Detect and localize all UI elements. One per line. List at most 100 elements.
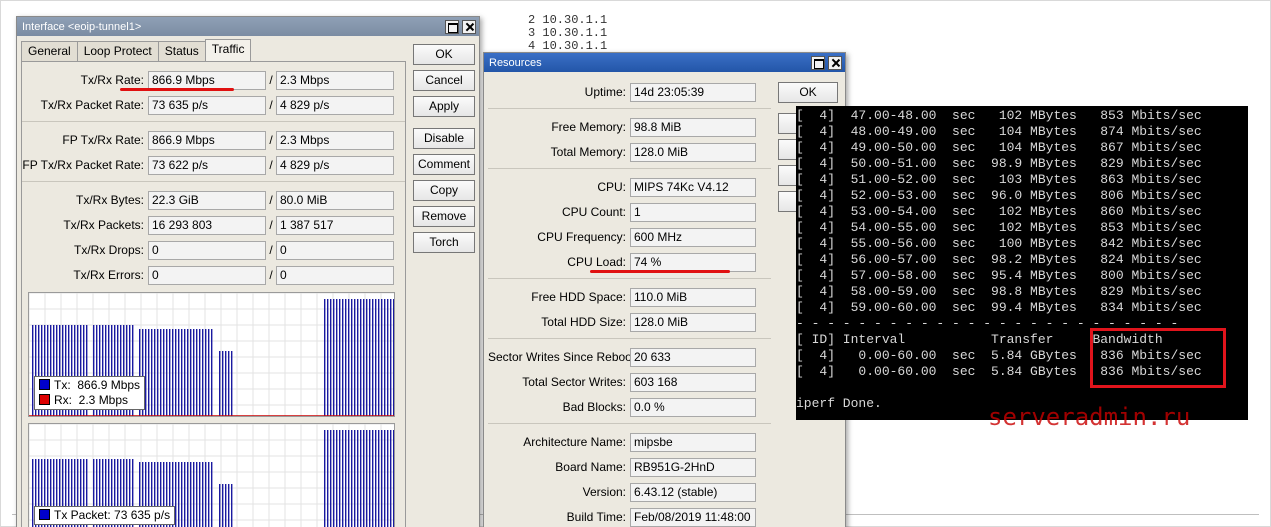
traffic-bar: [342, 430, 344, 527]
rx-drops-value[interactable]: 0: [276, 240, 394, 260]
uptime-value[interactable]: 14d 23:05:39: [630, 82, 756, 102]
total-memory-value[interactable]: 128.0 MiB: [630, 142, 756, 162]
board-name-label: Board Name:: [555, 460, 626, 474]
rx-packet-rate-value[interactable]: 4 829 p/s: [276, 95, 394, 115]
divider: [488, 108, 771, 109]
tx-bytes-value[interactable]: 22.3 GiB: [148, 190, 266, 210]
row-bad-blocks: Bad Blocks: 0.0 %: [488, 397, 756, 417]
sector-writes-reboot-value[interactable]: 20 633: [630, 347, 756, 367]
traffic-bar: [339, 299, 341, 416]
window-title: Interface <eoip-tunnel1>: [22, 20, 142, 33]
traffic-bar: [211, 329, 213, 416]
watermark: serveradmin.ru: [988, 403, 1191, 431]
ok-button[interactable]: OK: [413, 44, 475, 65]
remove-button[interactable]: Remove: [413, 206, 475, 227]
red-underline-cpu-load: [590, 270, 730, 273]
slash-separator: /: [269, 268, 273, 282]
cpu-frequency-value[interactable]: 600 MHz: [630, 227, 756, 247]
traffic-bar: [219, 484, 221, 527]
tab-traffic[interactable]: Traffic: [204, 39, 252, 61]
traffic-bar: [181, 329, 183, 416]
red-underline-rate: [120, 88, 234, 91]
fp-tx-rate-value[interactable]: 866.9 Mbps: [148, 130, 266, 150]
tx-drops-value[interactable]: 0: [148, 240, 266, 260]
total-hdd-label: Total HDD Size:: [541, 315, 626, 329]
cpu-frequency-label: CPU Frequency:: [537, 230, 626, 244]
cpu-load-value[interactable]: 74 %: [630, 252, 756, 272]
apply-button[interactable]: Apply: [413, 96, 475, 117]
disable-button[interactable]: Disable: [413, 128, 475, 149]
field-label: Tx/Rx Bytes:: [75, 193, 144, 207]
field-label: Tx/Rx Packet Rate:: [40, 98, 144, 112]
bad-blocks-value[interactable]: 0.0 %: [630, 397, 756, 417]
build-time-value[interactable]: Feb/08/2019 11:48:00: [630, 507, 756, 527]
architecture-value[interactable]: mipsbe: [630, 432, 756, 452]
rx-bytes-value[interactable]: 80.0 MiB: [276, 190, 394, 210]
comment-button[interactable]: Comment: [413, 154, 475, 175]
ok-button[interactable]: OK: [778, 82, 838, 103]
traffic-bar: [154, 329, 156, 416]
tab-general[interactable]: General: [21, 41, 78, 61]
close-icon[interactable]: [462, 19, 476, 34]
traffic-bar: [381, 430, 383, 527]
tx-rate-value[interactable]: 866.9 Mbps: [148, 70, 266, 90]
field-row-packets: Tx/Rx Packets: 16 293 803 / 1 387 517: [22, 215, 394, 235]
interface-window: Interface <eoip-tunnel1> General Loop Pr…: [16, 16, 480, 527]
legend-rx-label: Rx:: [54, 393, 72, 407]
traffic-bar: [360, 299, 362, 416]
total-hdd-value[interactable]: 128.0 MiB: [630, 312, 756, 332]
rx-rate-value[interactable]: 2.3 Mbps: [276, 70, 394, 90]
traffic-bar: [202, 329, 204, 416]
fp-rx-rate-value[interactable]: 2.3 Mbps: [276, 130, 394, 150]
terminal-line: [ 4] 55.00-56.00 sec 100 MBytes 842 Mbit…: [796, 236, 1202, 251]
build-time-label: Build Time:: [566, 510, 626, 524]
cancel-button[interactable]: Cancel: [413, 70, 475, 91]
terminal-line: [ 4] 52.00-53.00 sec 96.0 MBytes 806 Mbi…: [796, 188, 1202, 203]
traffic-bar: [333, 299, 335, 416]
copy-button[interactable]: Copy: [413, 180, 475, 201]
legend-tx-value: 866.9 Mbps: [77, 378, 141, 392]
resources-titlebar[interactable]: Resources: [484, 53, 845, 72]
cpu-value[interactable]: MIPS 74Kc V4.12: [630, 177, 756, 197]
maximize-icon[interactable]: [811, 55, 825, 70]
cpu-count-value[interactable]: 1: [630, 202, 756, 222]
board-name-value[interactable]: RB951G-2HnD: [630, 457, 756, 477]
free-hdd-value[interactable]: 110.0 MiB: [630, 287, 756, 307]
field-row-packet-rate: Tx/Rx Packet Rate: 73 635 p/s / 4 829 p/…: [22, 95, 394, 115]
traffic-bar: [187, 329, 189, 416]
rx-swatch: [39, 394, 50, 405]
rx-errors-value[interactable]: 0: [276, 265, 394, 285]
packet-graph: Tx Packet: 73 635 p/s: [28, 423, 395, 527]
traffic-bar: [145, 329, 147, 416]
tab-status[interactable]: Status: [157, 41, 206, 61]
traffic-bar: [324, 430, 326, 527]
traffic-bar: [387, 299, 389, 416]
traffic-bar: [324, 299, 326, 416]
maximize-icon[interactable]: [445, 19, 459, 34]
bandwidth-highlight-box: [1090, 328, 1226, 388]
tx-packets-value[interactable]: 16 293 803: [148, 215, 266, 235]
torch-button[interactable]: Torch: [413, 232, 475, 253]
fp-tx-packet-rate-value[interactable]: 73 622 p/s: [148, 155, 266, 175]
close-icon[interactable]: [828, 55, 842, 70]
interface-titlebar[interactable]: Interface <eoip-tunnel1>: [17, 17, 479, 36]
rx-packets-value[interactable]: 1 387 517: [276, 215, 394, 235]
slash-separator: /: [269, 218, 273, 232]
traffic-bar: [336, 299, 338, 416]
traffic-bar: [372, 299, 374, 416]
terminal-line: [ 4] 59.00-60.00 sec 99.4 MBytes 834 Mbi…: [796, 300, 1202, 315]
row-cpu-frequency: CPU Frequency: 600 MHz: [488, 227, 756, 247]
resources-window: Resources Uptime: 14d 23:05:39 Free Memo…: [483, 52, 846, 527]
tx-packet-rate-value[interactable]: 73 635 p/s: [148, 95, 266, 115]
tab-loop-protect[interactable]: Loop Protect: [76, 41, 159, 61]
fp-rx-packet-rate-value[interactable]: 4 829 p/s: [276, 155, 394, 175]
divider: [488, 278, 771, 279]
total-sector-writes-value[interactable]: 603 168: [630, 372, 756, 392]
free-memory-value[interactable]: 98.8 MiB: [630, 117, 756, 137]
tx-errors-value[interactable]: 0: [148, 265, 266, 285]
traffic-bar: [219, 351, 221, 416]
version-value[interactable]: 6.43.12 (stable): [630, 482, 756, 502]
traffic-bar: [231, 351, 233, 416]
free-memory-label: Free Memory:: [551, 120, 626, 134]
slash-separator: /: [269, 133, 273, 147]
